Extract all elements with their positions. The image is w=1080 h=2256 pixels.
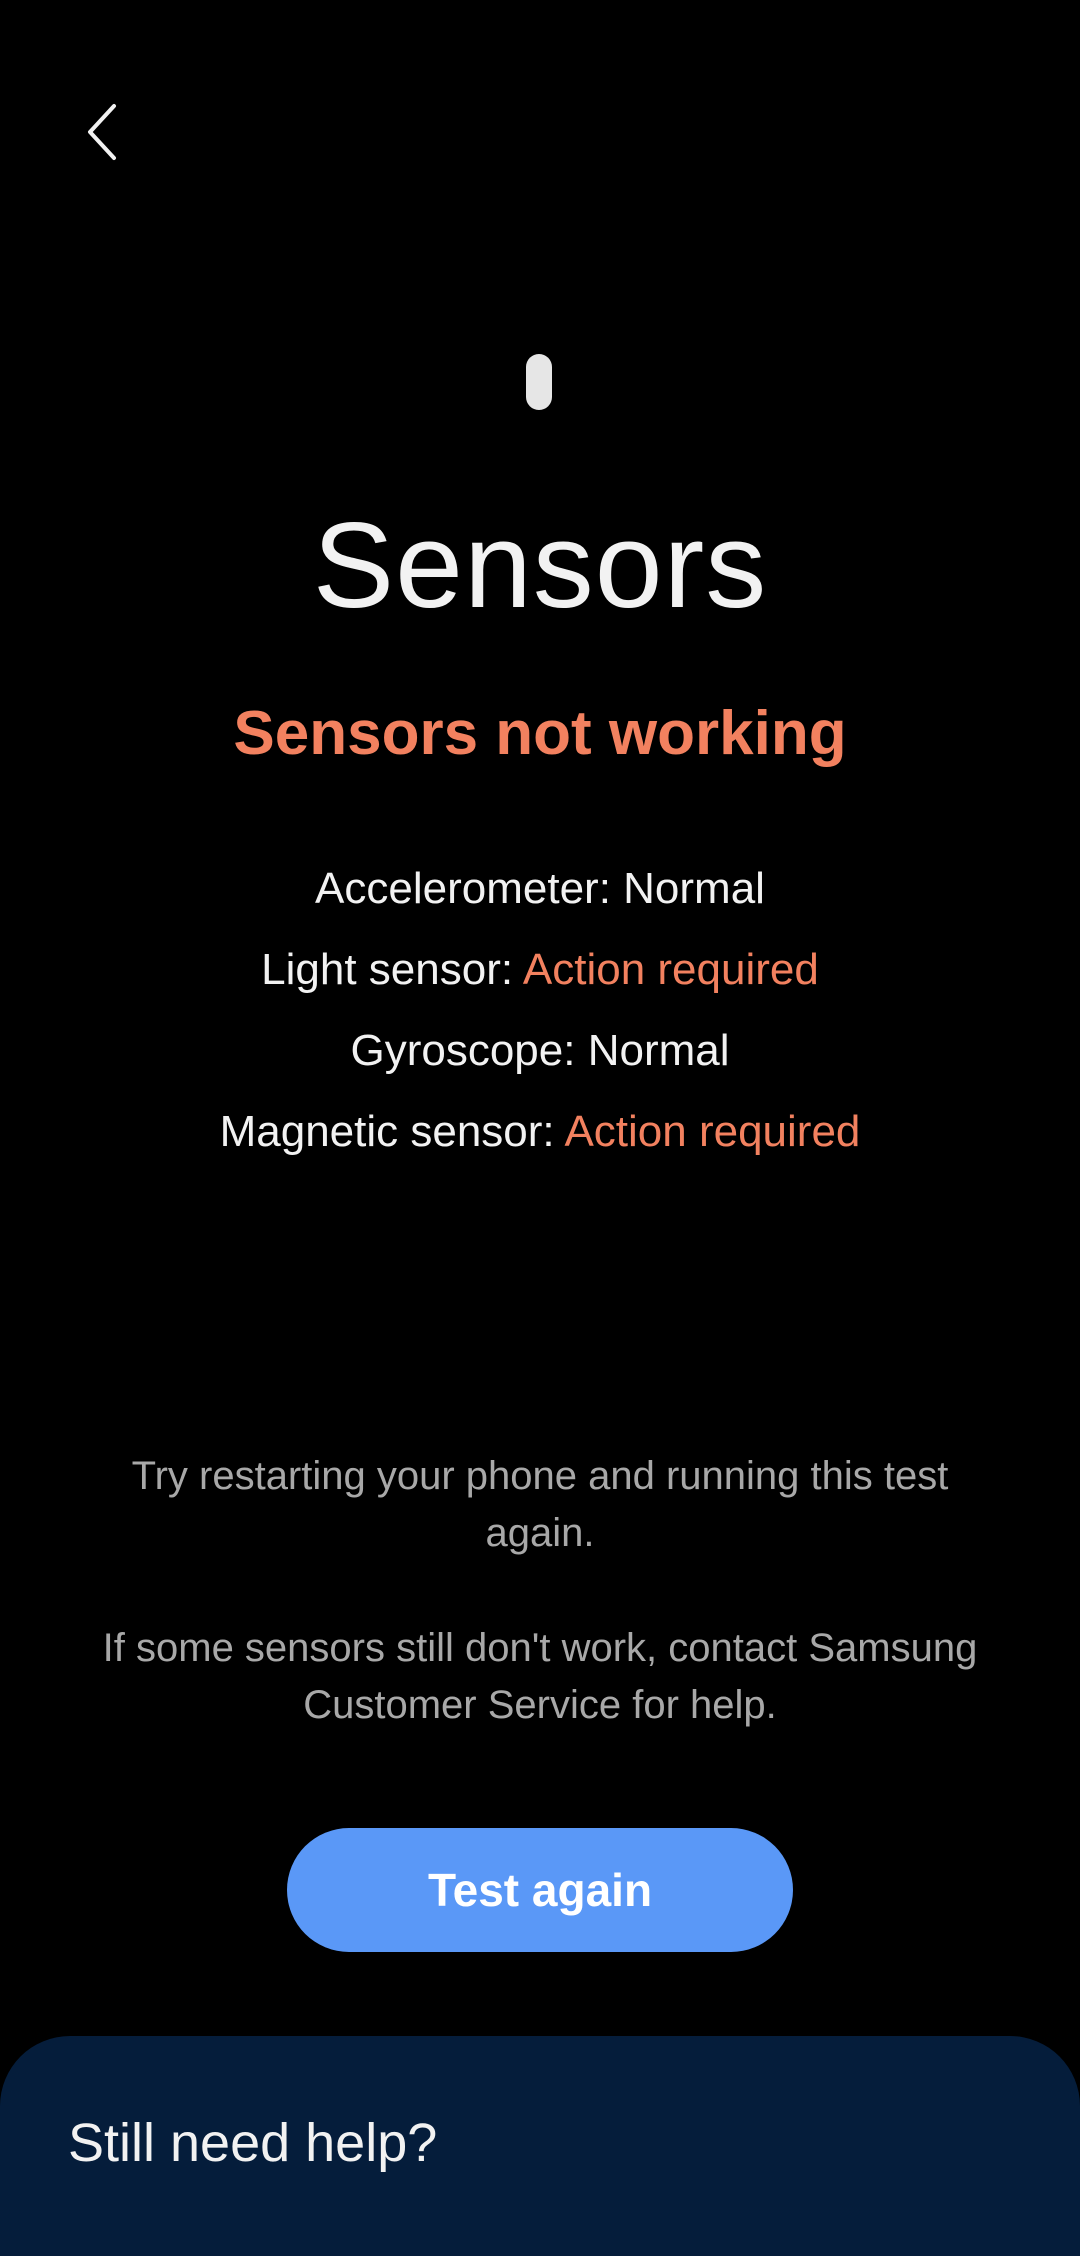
sensor-state: Normal <box>623 864 765 913</box>
sensor-name: Accelerometer: <box>315 864 611 913</box>
help-sheet-title: Still need help? <box>68 2113 438 2173</box>
sensor-name: Magnetic sensor: <box>219 1107 555 1156</box>
sensor-row-accelerometer: Accelerometer: Normal <box>0 848 1080 929</box>
sensor-name: Gyroscope: <box>350 1026 576 1075</box>
restart-hint: Try restarting your phone and running th… <box>131 1454 949 1555</box>
sensor-name: Light sensor: <box>261 945 514 994</box>
sensor-row-light-sensor: Light sensor: Action required <box>0 929 1080 1010</box>
test-again-button[interactable]: Test again <box>287 1828 793 1952</box>
back-button[interactable] <box>66 96 138 168</box>
sensor-list: Accelerometer: Normal Light sensor: Acti… <box>0 848 1080 1172</box>
sensor-icon <box>526 354 552 410</box>
page-title: Sensors <box>312 497 768 633</box>
chevron-left-icon <box>88 104 116 160</box>
status-heading: Sensors not working <box>233 699 847 768</box>
sensor-state: Action required <box>522 945 819 994</box>
sensor-state: Action required <box>564 1107 861 1156</box>
sensor-row-magnetic-sensor: Magnetic sensor: Action required <box>0 1091 1080 1172</box>
sensor-state: Normal <box>587 1026 730 1075</box>
sensor-row-gyroscope: Gyroscope: Normal <box>0 1010 1080 1091</box>
contact-hint: If some sensors still don't work, contac… <box>102 1626 978 1727</box>
still-need-help-sheet[interactable]: Still need help? <box>0 2036 1080 2256</box>
